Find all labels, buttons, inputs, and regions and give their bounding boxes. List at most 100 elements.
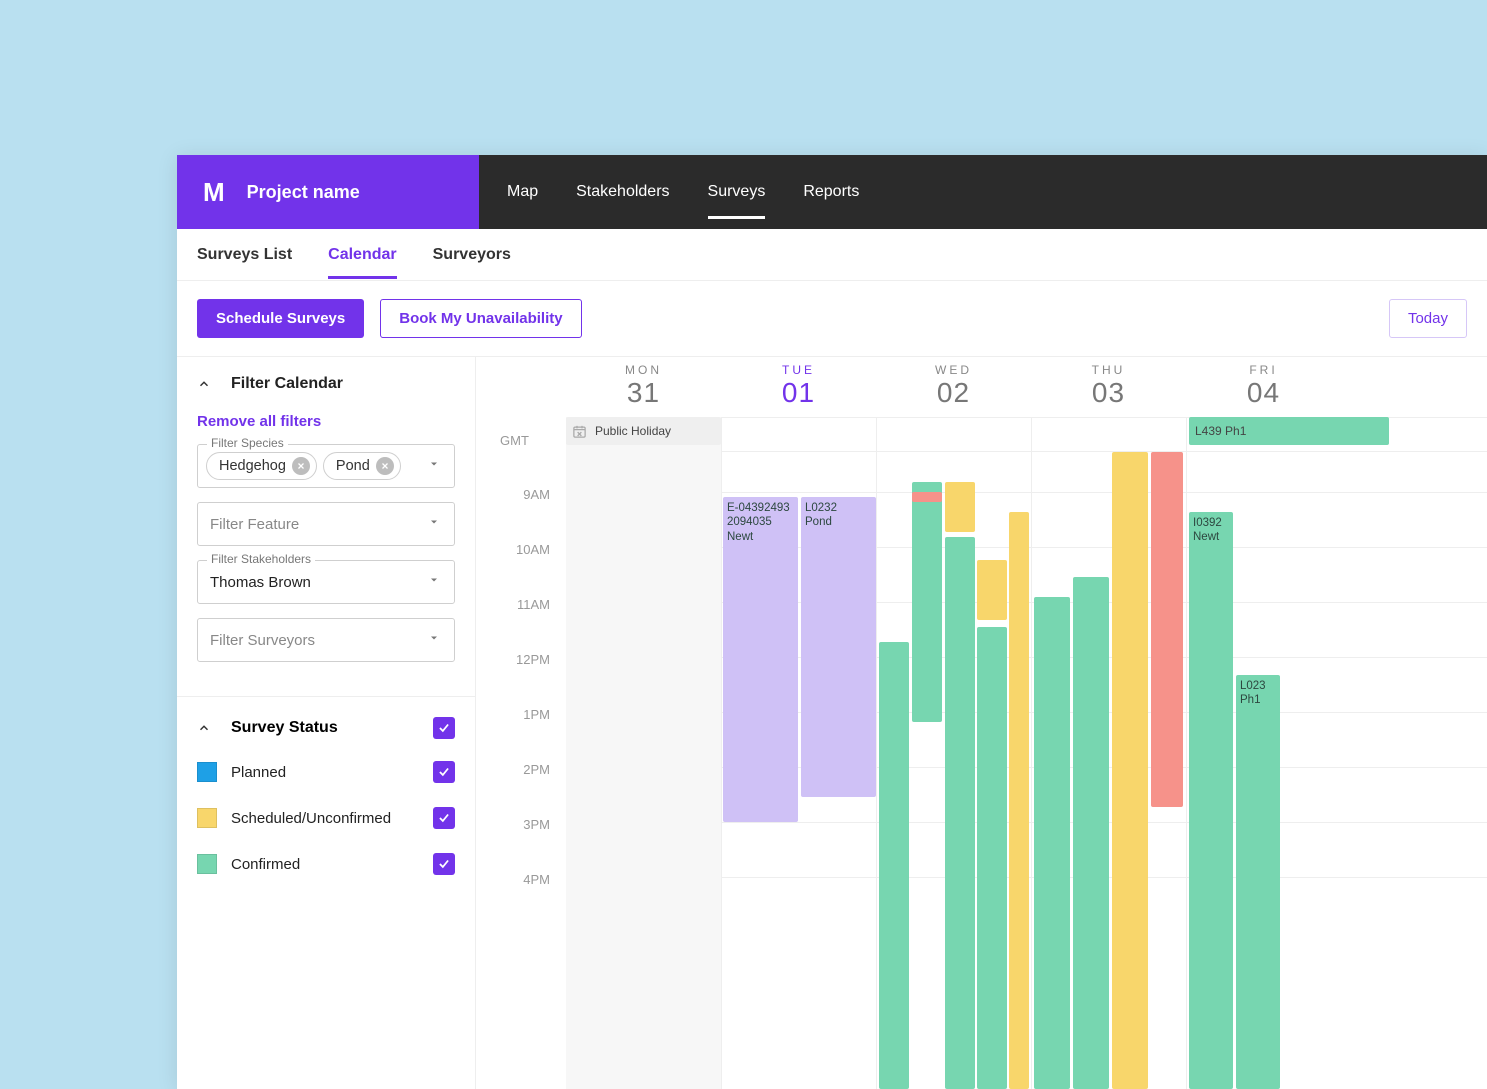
caret-down-icon[interactable]: [428, 457, 446, 475]
status-row-planned: Planned: [197, 749, 455, 795]
filter-stakeholders-field[interactable]: Filter Stakeholders Thomas Brown: [197, 560, 455, 604]
status-row-scheduled: Scheduled/Unconfirmed: [197, 795, 455, 841]
status-checkbox-scheduled[interactable]: [433, 807, 455, 829]
event-holiday[interactable]: Public Holiday: [566, 417, 721, 445]
filter-surveyors-field[interactable]: Filter Surveyors: [197, 618, 455, 662]
content: Filter Calendar Remove all filters Filte…: [177, 357, 1487, 1089]
event-fri-l023[interactable]: L023 Ph1: [1236, 675, 1280, 1089]
chip-label: Pond: [336, 458, 370, 474]
calendar[interactable]: MON 31 TUE 01 WED 02 THU 03 FRI 04: [476, 357, 1487, 1089]
sidebar: Filter Calendar Remove all filters Filte…: [177, 357, 476, 1089]
time-2pm: 2PM: [476, 762, 566, 817]
status-row-confirmed: Confirmed: [197, 841, 455, 887]
filter-header[interactable]: Filter Calendar: [197, 367, 455, 407]
filter-feature-field[interactable]: Filter Feature: [197, 502, 455, 546]
time-9am: 9AM: [476, 487, 566, 542]
status-checkbox-confirmed[interactable]: [433, 853, 455, 875]
time-3pm: 3PM: [476, 817, 566, 872]
event-pond-tue[interactable]: L0232 Pond: [801, 497, 876, 797]
event-wed-7[interactable]: [977, 560, 1007, 620]
event-label: Newt: [1193, 530, 1229, 544]
event-wed-6[interactable]: [977, 627, 1007, 1089]
event-wed-5[interactable]: [945, 482, 975, 532]
day-head-thu[interactable]: THU 03: [1031, 357, 1186, 417]
project-name[interactable]: Project name: [247, 182, 360, 203]
nav-surveys[interactable]: Surveys: [708, 175, 766, 209]
event-wed-2[interactable]: [912, 482, 942, 722]
day-num: 03: [1031, 377, 1186, 409]
status-checkbox-planned[interactable]: [433, 761, 455, 783]
caret-down-icon[interactable]: [428, 515, 446, 533]
schedule-surveys-button[interactable]: Schedule Surveys: [197, 299, 364, 338]
day-name: FRI: [1186, 363, 1341, 377]
subtabs: Surveys List Calendar Surveyors: [177, 229, 1487, 281]
top-nav: Map Stakeholders Surveys Reports: [479, 155, 1487, 229]
today-button[interactable]: Today: [1389, 299, 1467, 338]
event-fri-newt[interactable]: I0392 Newt: [1189, 512, 1233, 1089]
chevron-up-icon: [197, 377, 211, 391]
event-label: Public Holiday: [595, 424, 671, 438]
time-labels: 9AM 10AM 11AM 12PM 1PM 2PM 3PM 4PM: [476, 437, 566, 927]
chip-label: Hedgehog: [219, 458, 286, 474]
day-head-wed[interactable]: WED 02: [876, 357, 1031, 417]
event-wed-8[interactable]: [1009, 512, 1029, 1089]
status-label: Confirmed: [231, 856, 419, 873]
chip-hedgehog: Hedgehog: [206, 452, 317, 480]
filter-stakeholders-label: Filter Stakeholders: [207, 552, 315, 566]
caret-down-icon[interactable]: [428, 631, 446, 649]
event-newt-tue[interactable]: E-04392493 2094035 Newt: [723, 497, 798, 822]
time-1pm: 1PM: [476, 707, 566, 762]
event-label: Newt: [727, 530, 794, 544]
event-label: 2094035: [727, 515, 794, 529]
swatch-scheduled: [197, 808, 217, 828]
event-label: L0232: [805, 501, 872, 515]
chevron-up-icon: [197, 721, 211, 735]
tab-calendar[interactable]: Calendar: [328, 232, 396, 278]
app-window: M Project name Map Stakeholders Surveys …: [177, 155, 1487, 1089]
calendar-grid[interactable]: Public Holiday L439 Ph1 E-04392493 20940…: [566, 417, 1487, 1089]
day-num: 02: [876, 377, 1031, 409]
actionbar: Schedule Surveys Book My Unavailability …: [177, 281, 1487, 357]
status-label: Scheduled/Unconfirmed: [231, 810, 419, 827]
event-label: L439 Ph1: [1195, 424, 1246, 438]
brand-block: M Project name: [177, 155, 479, 229]
day-num: 31: [566, 377, 721, 409]
day-name: THU: [1031, 363, 1186, 377]
chip-remove-icon[interactable]: [292, 457, 310, 475]
chip-remove-icon[interactable]: [376, 457, 394, 475]
caret-down-icon[interactable]: [428, 573, 446, 591]
event-wed-4[interactable]: [945, 537, 975, 1089]
status-master-checkbox[interactable]: [433, 717, 455, 739]
day-name: TUE: [721, 363, 876, 377]
event-wed-3[interactable]: [912, 492, 942, 502]
day-background-mon: [566, 417, 721, 1089]
day-head-mon[interactable]: MON 31: [566, 357, 721, 417]
book-unavailability-button[interactable]: Book My Unavailability: [380, 299, 581, 338]
event-label: E-04392493: [727, 501, 794, 515]
day-head-tue[interactable]: TUE 01: [721, 357, 876, 417]
filter-panel: Filter Calendar Remove all filters Filte…: [177, 357, 475, 697]
day-head-fri[interactable]: FRI 04: [1186, 357, 1341, 417]
time-12pm: 12PM: [476, 652, 566, 707]
nav-stakeholders[interactable]: Stakeholders: [576, 175, 669, 209]
event-thu-3[interactable]: [1112, 452, 1148, 1089]
swatch-confirmed: [197, 854, 217, 874]
event-wed-1[interactable]: [879, 642, 909, 1089]
nav-reports[interactable]: Reports: [803, 175, 859, 209]
event-label: L023: [1240, 679, 1276, 693]
filter-species-field[interactable]: Filter Species Hedgehog Pond: [197, 444, 455, 488]
event-thu-4[interactable]: [1151, 452, 1183, 807]
status-header[interactable]: Survey Status: [197, 707, 455, 749]
tab-surveyors[interactable]: Surveyors: [433, 232, 511, 278]
status-label: Planned: [231, 764, 419, 781]
time-4pm: 4PM: [476, 872, 566, 927]
day-num: 01: [721, 377, 876, 409]
filter-feature-placeholder: Filter Feature: [206, 516, 299, 533]
time-10am: 10AM: [476, 542, 566, 597]
nav-map[interactable]: Map: [507, 175, 538, 209]
calendar-x-icon: [572, 424, 587, 439]
event-thu-2[interactable]: [1073, 577, 1109, 1089]
tab-surveys-list[interactable]: Surveys List: [197, 232, 292, 278]
event-l439[interactable]: L439 Ph1: [1189, 417, 1389, 445]
event-thu-1[interactable]: [1034, 597, 1070, 1089]
